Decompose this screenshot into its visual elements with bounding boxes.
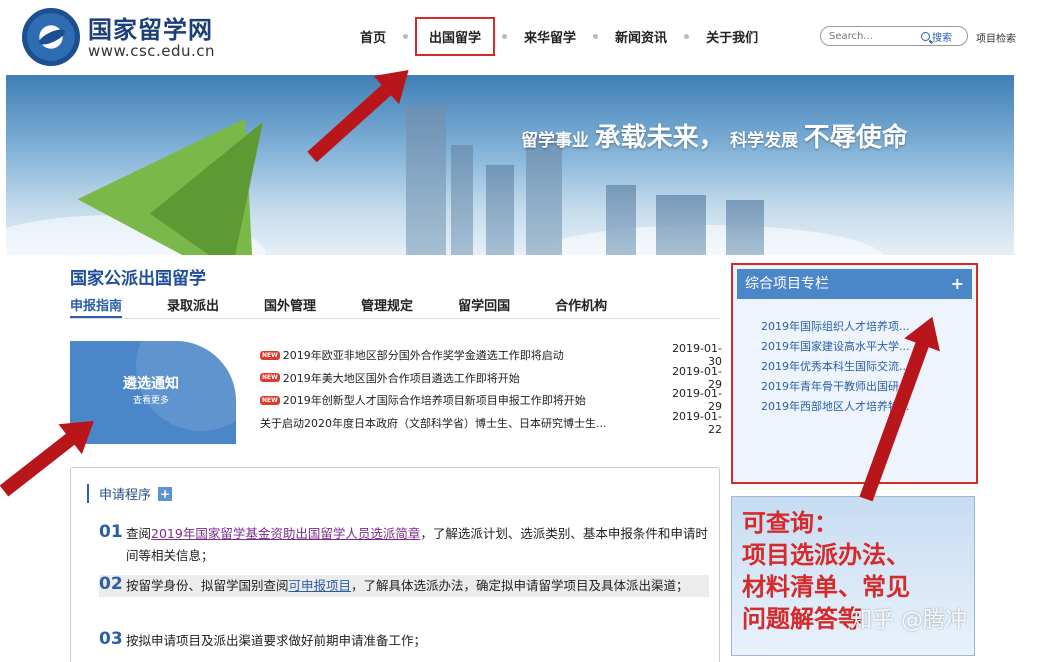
search-input[interactable]	[829, 30, 921, 42]
nav-separator	[684, 33, 690, 39]
banner-slogan: 留学事业 承载未来， 科学发展 不辱使命	[521, 123, 908, 153]
tab-return[interactable]: 留学回国	[458, 295, 510, 318]
step-text: 按留学身份、拟留学国别查阅	[126, 578, 289, 593]
selection-brochure-link[interactable]: 2019年国家留学基金资助出国留学人员选派简章	[151, 526, 420, 541]
application-procedure-box: 申请程序 + 01 查阅2019年国家留学基金资助出国留学人员选派简章，了解选派…	[70, 467, 720, 662]
nav-home[interactable]: 首页	[350, 27, 396, 46]
news-title[interactable]: 2019年创新型人才国际合作培养项目新项目申报工作即将开始	[283, 392, 660, 408]
search-button-label: 搜索	[932, 32, 952, 44]
site-header: 国家留学网 www.csc.edu.cn 首页 出国留学 来华留学 新闻资讯 关…	[0, 0, 1039, 75]
procedure-title: 申请程序	[99, 488, 152, 503]
step-number: 03	[99, 629, 123, 649]
cloud-decoration	[526, 225, 886, 255]
step-number: 01	[99, 522, 123, 542]
nav-separator	[403, 33, 409, 39]
step-text: 按拟申请项目及派出渠道要求做好前期申请准备工作；	[126, 633, 427, 648]
step-text: ，了解具体选派办法，确定拟申请留学项目及具体派出渠道；	[351, 578, 689, 593]
nav-study-abroad[interactable]: 出国留学	[415, 16, 496, 56]
new-badge-icon: NEW	[260, 350, 280, 360]
new-badge-icon: NEW	[260, 395, 280, 405]
tab-overseas-management[interactable]: 国外管理	[264, 295, 316, 318]
integrated-projects-panel: 综合项目专栏 + 2019年国际组织人才培养项... 2019年国家建设高水平大…	[731, 263, 978, 484]
project-search-link[interactable]: 项目检索	[976, 30, 1016, 45]
procedure-step: 01 查阅2019年国家留学基金资助出国留学人员选派简章，了解选派计划、选派类别…	[99, 522, 709, 567]
side-project-item[interactable]: 2019年国家建设高水平大学...	[761, 337, 921, 357]
news-item[interactable]: NEW 2019年创新型人才国际合作培养项目新项目申报工作即将开始 2019-0…	[260, 387, 722, 413]
side-project-item[interactable]: 2019年优秀本科生国际交流...	[761, 357, 921, 377]
logo-url: www.csc.edu.cn	[88, 42, 216, 60]
section-title: 国家公派出国留学	[70, 269, 206, 289]
nav-separator	[593, 33, 599, 39]
search-box: 搜索	[820, 26, 968, 46]
procedure-heading: 申请程序 +	[87, 484, 173, 503]
building-decoration	[486, 165, 514, 255]
tab-regulations[interactable]: 管理规定	[361, 295, 413, 318]
step-text: 查阅	[126, 526, 152, 541]
news-item[interactable]: 关于启动2020年度日本政府（文部科学省）博士生、日本研究博士生... 2019…	[260, 409, 722, 436]
side-panel-title: 综合项目专栏	[745, 276, 829, 292]
search-button[interactable]: 搜索	[921, 29, 952, 44]
building-decoration	[726, 200, 764, 255]
building-decoration	[606, 185, 636, 255]
available-projects-link[interactable]: 可申报项目	[289, 578, 352, 593]
nav-study-in-china[interactable]: 来华留学	[514, 27, 586, 46]
zhihu-watermark: 知乎 @腾冲	[850, 608, 967, 633]
procedure-step: 02 按留学身份、拟留学国别查阅可申报项目，了解具体选派办法，确定拟申请留学项目…	[99, 574, 709, 597]
side-panel-header: 综合项目专栏 +	[737, 269, 972, 299]
tab-application-guide[interactable]: 申报指南	[70, 295, 123, 318]
nav-separator	[502, 33, 508, 39]
building-decoration	[451, 145, 473, 255]
step-number: 02	[99, 574, 123, 594]
news-date: 2019-01-22	[672, 409, 722, 436]
side-project-item[interactable]: 2019年国际组织人才培养项...	[761, 317, 921, 337]
expand-plus-icon[interactable]: +	[158, 486, 173, 501]
notice-card-more: 查看更多	[133, 396, 170, 406]
hero-banner: 留学事业 承载未来， 科学发展 不辱使命	[6, 75, 1014, 255]
new-badge-icon: NEW	[260, 373, 280, 383]
news-item[interactable]: NEW 2019年欧亚非地区部分国外合作奖学金遴选工作即将启动 2019-01-…	[260, 342, 722, 368]
notice-card-title: 遴选通知	[123, 376, 179, 392]
logo-title[interactable]: 国家留学网	[88, 10, 213, 45]
main-nav: 首页 出国留学 来华留学 新闻资讯 关于我们	[350, 16, 768, 56]
nav-about-us[interactable]: 关于我们	[696, 27, 768, 46]
news-title[interactable]: 关于启动2020年度日本政府（文部科学省）博士生、日本研究博士生...	[260, 415, 660, 431]
procedure-step: 03 按拟申请项目及派出渠道要求做好前期申请准备工作；	[99, 629, 709, 652]
news-title[interactable]: 2019年欧亚非地区部分国外合作奖学金遴选工作即将启动	[283, 347, 660, 363]
arrow-pointer-icon	[0, 428, 81, 497]
news-title[interactable]: 2019年美大地区国外合作项目遴选工作即将开始	[283, 370, 660, 386]
news-list: NEW 2019年欧亚非地区部分国外合作奖学金遴选工作即将启动 2019-01-…	[260, 342, 722, 436]
side-panel-plus-icon[interactable]: +	[951, 269, 964, 299]
section-tabs: 申报指南 录取派出 国外管理 管理规定 留学回国 合作机构	[70, 295, 720, 319]
building-decoration	[406, 105, 446, 255]
search-icon	[921, 31, 930, 41]
tab-admission[interactable]: 录取派出	[167, 295, 219, 318]
nav-news[interactable]: 新闻资讯	[605, 27, 677, 46]
news-item[interactable]: NEW 2019年美大地区国外合作项目遴选工作即将开始 2019-01-29	[260, 365, 722, 391]
tab-partners[interactable]: 合作机构	[555, 295, 607, 318]
csc-logo-emblem-icon[interactable]	[22, 8, 80, 66]
building-decoration	[656, 195, 706, 255]
